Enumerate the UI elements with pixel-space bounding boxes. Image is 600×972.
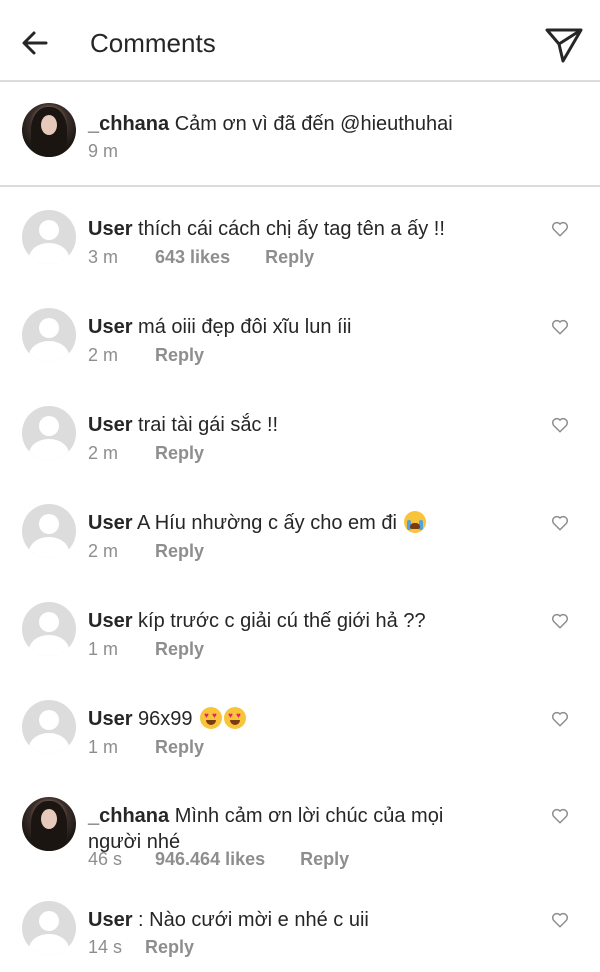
avatar[interactable] <box>22 901 76 955</box>
reply-button[interactable]: Reply <box>155 638 204 660</box>
avatar[interactable] <box>22 797 76 851</box>
comment-time: 1 m <box>88 737 119 757</box>
avatar[interactable] <box>22 504 76 558</box>
heart-icon <box>551 613 569 629</box>
comment-username[interactable]: User <box>88 708 132 730</box>
heart-icon <box>551 417 569 433</box>
comment-body: 96x99 <box>138 708 193 730</box>
avatar[interactable] <box>22 308 76 362</box>
comment-body: kíp trước c giải cú thế giới hả ?? <box>138 610 426 632</box>
comment-meta: 3 m 643 likes Reply <box>88 246 314 268</box>
comment-likes[interactable]: 946.464 likes <box>155 848 265 870</box>
page-title: Comments <box>90 28 216 58</box>
heart-icon <box>551 808 569 824</box>
comment-meta: 2 m Reply <box>88 344 204 366</box>
post-caption: _chhana Cảm ơn vì đã đến @hieuthuhai 9 m <box>0 84 600 187</box>
heart-icon <box>551 711 569 727</box>
crying-face-icon <box>404 511 427 533</box>
comment-time: 1 m <box>88 639 119 659</box>
caption-meta: 9 m <box>88 140 150 162</box>
like-button[interactable] <box>549 316 571 338</box>
comment-body: A Híu nhường c ấy cho em đi <box>136 512 397 534</box>
comment-username[interactable]: User <box>88 316 132 338</box>
arrow-left-icon <box>22 31 48 55</box>
comment-meta: 14 s Reply <box>88 936 194 958</box>
reply-button[interactable]: Reply <box>155 344 204 366</box>
heart-icon <box>551 912 569 928</box>
like-button[interactable] <box>549 610 571 632</box>
reply-button[interactable]: Reply <box>155 540 204 562</box>
comment-meta: 2 m Reply <box>88 540 204 562</box>
comment-username[interactable]: User <box>88 414 132 436</box>
comment-text: User A Híu nhường c ấy cho em đi <box>88 510 528 536</box>
comment-time: 3 m <box>88 247 119 267</box>
share-button[interactable] <box>542 22 586 66</box>
like-button[interactable] <box>549 708 571 730</box>
like-button[interactable] <box>549 218 571 240</box>
comment-text: User 96x99 ♥ ♥ ♥ ♥ <box>88 706 528 732</box>
comment-text: User má oiii đẹp đôi xĩu lun íii <box>88 314 528 340</box>
paper-plane-icon <box>545 28 583 63</box>
caption-text: _chhana Cảm ơn vì đã đến @hieuthuhai <box>88 111 528 137</box>
comment-text: User kíp trước c giải cú thế giới hả ?? <box>88 608 528 634</box>
comment-time: 2 m <box>88 345 119 365</box>
comment-meta: 46 s 946.464 likes Reply <box>88 848 349 870</box>
reply-button[interactable]: Reply <box>155 442 204 464</box>
avatar[interactable] <box>22 700 76 754</box>
comment-time: 14 s <box>88 937 123 957</box>
like-button[interactable] <box>549 512 571 534</box>
avatar[interactable] <box>22 103 76 157</box>
heart-icon <box>551 319 569 335</box>
back-button[interactable] <box>18 26 52 60</box>
comment-likes[interactable]: 643 likes <box>155 246 230 268</box>
reply-button[interactable]: Reply <box>145 936 194 958</box>
comment-username[interactable]: User <box>88 218 132 240</box>
heart-icon <box>551 221 569 237</box>
avatar[interactable] <box>22 406 76 460</box>
comment-username[interactable]: User <box>88 610 132 632</box>
reply-button[interactable]: Reply <box>265 246 314 268</box>
reply-button[interactable]: Reply <box>155 736 204 758</box>
comment-body: trai tài gái sắc !! <box>138 414 279 436</box>
comment-text: User trai tài gái sắc !! <box>88 412 528 438</box>
comment-time: 2 m <box>88 541 119 561</box>
comment-body: : Nào cưới mời e nhé c uii <box>138 909 369 931</box>
comment-time: 46 s <box>88 849 123 869</box>
like-button[interactable] <box>549 414 571 436</box>
comment-username[interactable]: User <box>88 512 132 534</box>
caption-body: Cảm ơn vì đã đến @hieuthuhai <box>174 113 453 135</box>
like-button[interactable] <box>549 909 571 931</box>
like-button[interactable] <box>549 805 571 827</box>
top-bar: Comments <box>0 0 600 82</box>
comment-meta: 1 m Reply <box>88 736 204 758</box>
comment-username[interactable]: User <box>88 909 132 931</box>
comment-text: User thích cái cách chị ấy tag tên a ấy … <box>88 216 528 242</box>
comment-body: thích cái cách chị ấy tag tên a ấy !! <box>138 218 445 240</box>
reply-button[interactable]: Reply <box>300 848 349 870</box>
comment-time: 2 m <box>88 443 119 463</box>
heart-icon <box>551 515 569 531</box>
comment-meta: 2 m Reply <box>88 442 204 464</box>
comment-username[interactable]: _chhana <box>88 805 169 827</box>
avatar[interactable] <box>22 210 76 264</box>
avatar[interactable] <box>22 602 76 656</box>
caption-username[interactable]: _chhana <box>88 113 169 135</box>
comment-meta: 1 m Reply <box>88 638 204 660</box>
comment-body: má oiii đẹp đôi xĩu lun íii <box>138 316 352 338</box>
comment-text: User : Nào cưới mời e nhé c uii <box>88 907 528 933</box>
heart-eyes-icon: ♥ ♥ <box>200 707 223 729</box>
caption-time: 9 m <box>88 141 119 161</box>
heart-eyes-icon: ♥ ♥ <box>224 707 247 729</box>
